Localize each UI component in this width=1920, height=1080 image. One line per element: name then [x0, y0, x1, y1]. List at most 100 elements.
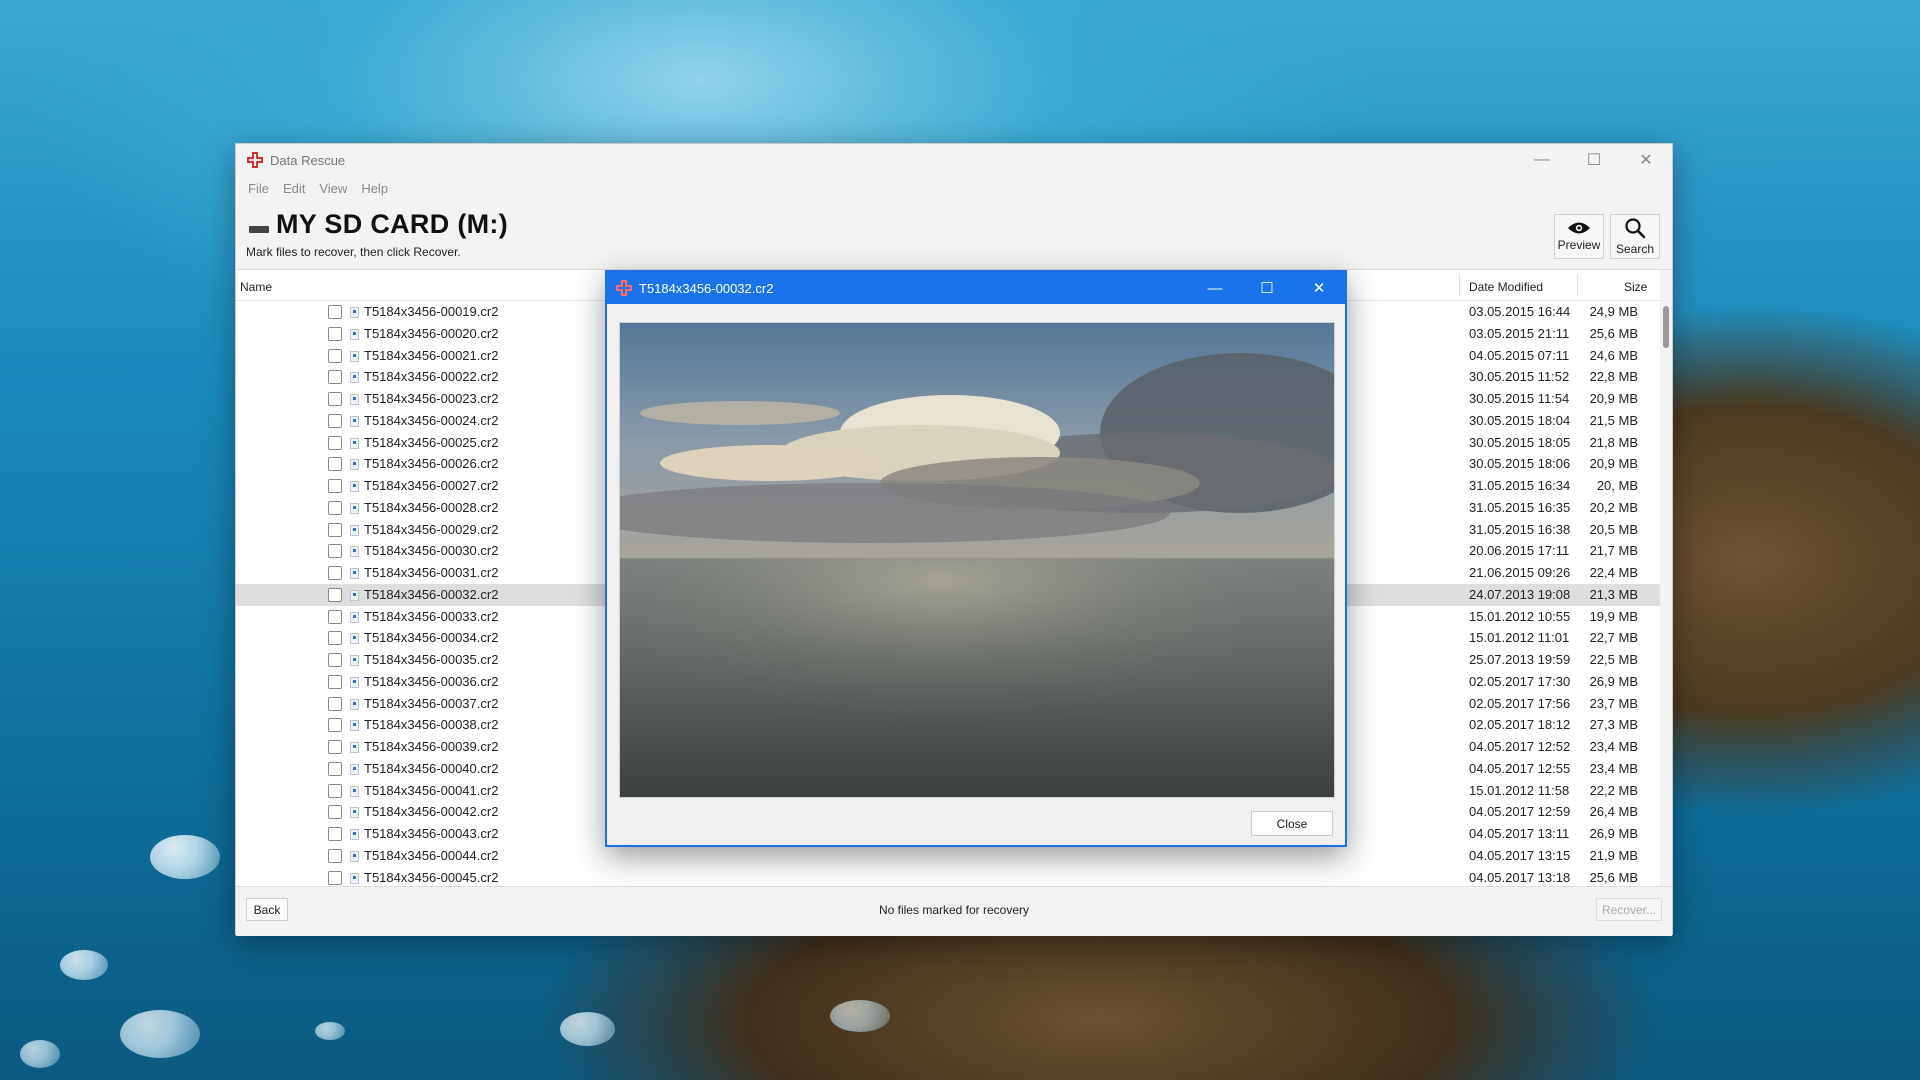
file-row[interactable]: T5184x3456-00044.cr2 04.05.2017 13:15 21,9… [236, 845, 1660, 867]
recover-button[interactable]: Recover... [1596, 898, 1662, 921]
file-date: 24.07.2013 19:08 [1469, 586, 1571, 602]
file-name: T5184x3456-00041.cr2 [364, 782, 499, 798]
file-name: T5184x3456-00045.cr2 [364, 869, 499, 885]
file-name: T5184x3456-00030.cr2 [364, 543, 499, 559]
preview-maximize-button[interactable]: ☐ [1241, 272, 1293, 304]
file-name: T5184x3456-00043.cr2 [364, 826, 499, 841]
file-date: 03.05.2015 21:11 [1469, 325, 1570, 341]
file-checkbox[interactable] [328, 392, 342, 406]
file-row[interactable]: T5184x3456-00045.cr2 04.05.2017 13:18 25,6… [236, 867, 1660, 887]
file-size: 22,7 MB [1589, 630, 1638, 646]
file-icon [350, 328, 359, 340]
file-name: T5184x3456-00026.cr2 [364, 456, 499, 472]
file-checkbox[interactable] [328, 805, 342, 820]
preview-window-controls: — ☐ ✕ [1189, 272, 1345, 304]
file-size: 21,5 MB [1589, 412, 1638, 428]
preview-title-bar: T5184x3456-00032.cr2 — ☐ ✕ [607, 272, 1345, 304]
file-date: 02.05.2017 17:56 [1469, 695, 1571, 711]
file-size: 25,6 MB [1589, 869, 1638, 885]
minimize-button[interactable]: — [1516, 144, 1568, 176]
file-icon [350, 481, 359, 492]
file-checkbox[interactable] [328, 783, 342, 798]
file-checkbox[interactable] [328, 587, 342, 602]
file-size: 20,2 MB [1589, 499, 1638, 515]
file-date: 03.05.2015 16:44 [1469, 304, 1571, 319]
file-checkbox[interactable] [328, 479, 342, 493]
file-size: 22,5 MB [1589, 652, 1638, 667]
file-date: 21.06.2015 09:26 [1469, 565, 1571, 580]
menu-help[interactable]: Help [354, 181, 395, 196]
menu-edit[interactable]: Edit [276, 181, 312, 196]
file-icon [350, 720, 359, 732]
file-checkbox[interactable] [328, 522, 342, 537]
file-date: 04.05.2017 13:11 [1469, 826, 1570, 841]
file-size: 20,9 MB [1589, 391, 1638, 406]
file-date: 30.05.2015 18:06 [1469, 456, 1571, 472]
file-checkbox[interactable] [328, 370, 342, 385]
file-checkbox[interactable] [328, 457, 342, 472]
file-checkbox[interactable] [328, 674, 342, 689]
file-name: T5184x3456-00038.cr2 [364, 717, 499, 733]
instructions-text: Mark files to recover, then click Recove… [246, 245, 461, 259]
wallpaper-bubble [120, 1010, 200, 1058]
file-checkbox[interactable] [328, 827, 342, 841]
file-checkbox[interactable] [328, 718, 342, 733]
preview-close-button[interactable]: ✕ [1293, 272, 1345, 304]
file-checkbox[interactable] [328, 326, 342, 341]
file-date: 30.05.2015 11:54 [1469, 391, 1570, 406]
file-checkbox[interactable] [328, 348, 342, 363]
preview-button[interactable]: Preview [1554, 214, 1604, 259]
file-icon [350, 459, 359, 471]
file-checkbox[interactable] [328, 500, 342, 515]
file-icon [350, 415, 359, 427]
file-checkbox[interactable] [328, 413, 342, 428]
column-size[interactable]: Size [1624, 280, 1647, 294]
scrollbar-thumb[interactable] [1663, 306, 1669, 348]
file-size: 23,4 MB [1589, 739, 1638, 754]
search-label: Search [1615, 242, 1655, 256]
file-size: 23,4 MB [1589, 760, 1638, 776]
file-checkbox[interactable] [328, 631, 342, 646]
file-checkbox[interactable] [328, 566, 342, 580]
file-checkbox[interactable] [328, 653, 342, 667]
file-name: T5184x3456-00032.cr2 [364, 586, 499, 602]
menu-view[interactable]: View [312, 181, 354, 196]
close-button[interactable]: ✕ [1620, 144, 1672, 176]
file-name: T5184x3456-00033.cr2 [364, 608, 499, 624]
column-date-modified[interactable]: Date Modified [1469, 280, 1543, 294]
file-date: 30.05.2015 18:04 [1469, 412, 1571, 428]
file-name: T5184x3456-00027.cr2 [364, 478, 499, 493]
preview-close-dialog-button[interactable]: Close [1251, 811, 1333, 836]
file-checkbox[interactable] [328, 544, 342, 559]
file-checkbox[interactable] [328, 435, 342, 450]
file-checkbox[interactable] [328, 761, 342, 776]
file-size: 20,9 MB [1589, 456, 1638, 472]
file-size: 25,6 MB [1589, 325, 1638, 341]
file-checkbox[interactable] [328, 609, 342, 624]
menu-file[interactable]: File [241, 181, 276, 196]
file-icon [350, 676, 359, 688]
file-date: 04.05.2017 13:15 [1469, 847, 1571, 863]
wallpaper-bubble [150, 835, 220, 879]
file-date: 15.01.2012 11:01 [1469, 630, 1570, 646]
maximize-button[interactable]: ☐ [1568, 144, 1620, 176]
file-checkbox[interactable] [328, 305, 342, 319]
file-checkbox[interactable] [328, 870, 342, 885]
preview-minimize-button[interactable]: — [1189, 272, 1241, 304]
recovery-status: No files marked for recovery [878, 903, 1030, 917]
column-divider [1577, 274, 1578, 297]
column-name[interactable]: Name [240, 280, 272, 294]
file-date: 04.05.2017 12:59 [1469, 804, 1571, 820]
file-list-scrollbar[interactable] [1660, 270, 1672, 886]
file-icon [350, 850, 359, 862]
file-name: T5184x3456-00037.cr2 [364, 695, 499, 711]
file-name: T5184x3456-00023.cr2 [364, 391, 499, 406]
file-name: T5184x3456-00028.cr2 [364, 499, 499, 515]
file-checkbox[interactable] [328, 696, 342, 711]
file-checkbox[interactable] [328, 848, 342, 863]
drive-icon [249, 226, 269, 233]
file-checkbox[interactable] [328, 740, 342, 754]
file-icon [350, 307, 359, 318]
file-size: 24,6 MB [1589, 347, 1638, 363]
search-button[interactable]: Search [1610, 214, 1660, 259]
